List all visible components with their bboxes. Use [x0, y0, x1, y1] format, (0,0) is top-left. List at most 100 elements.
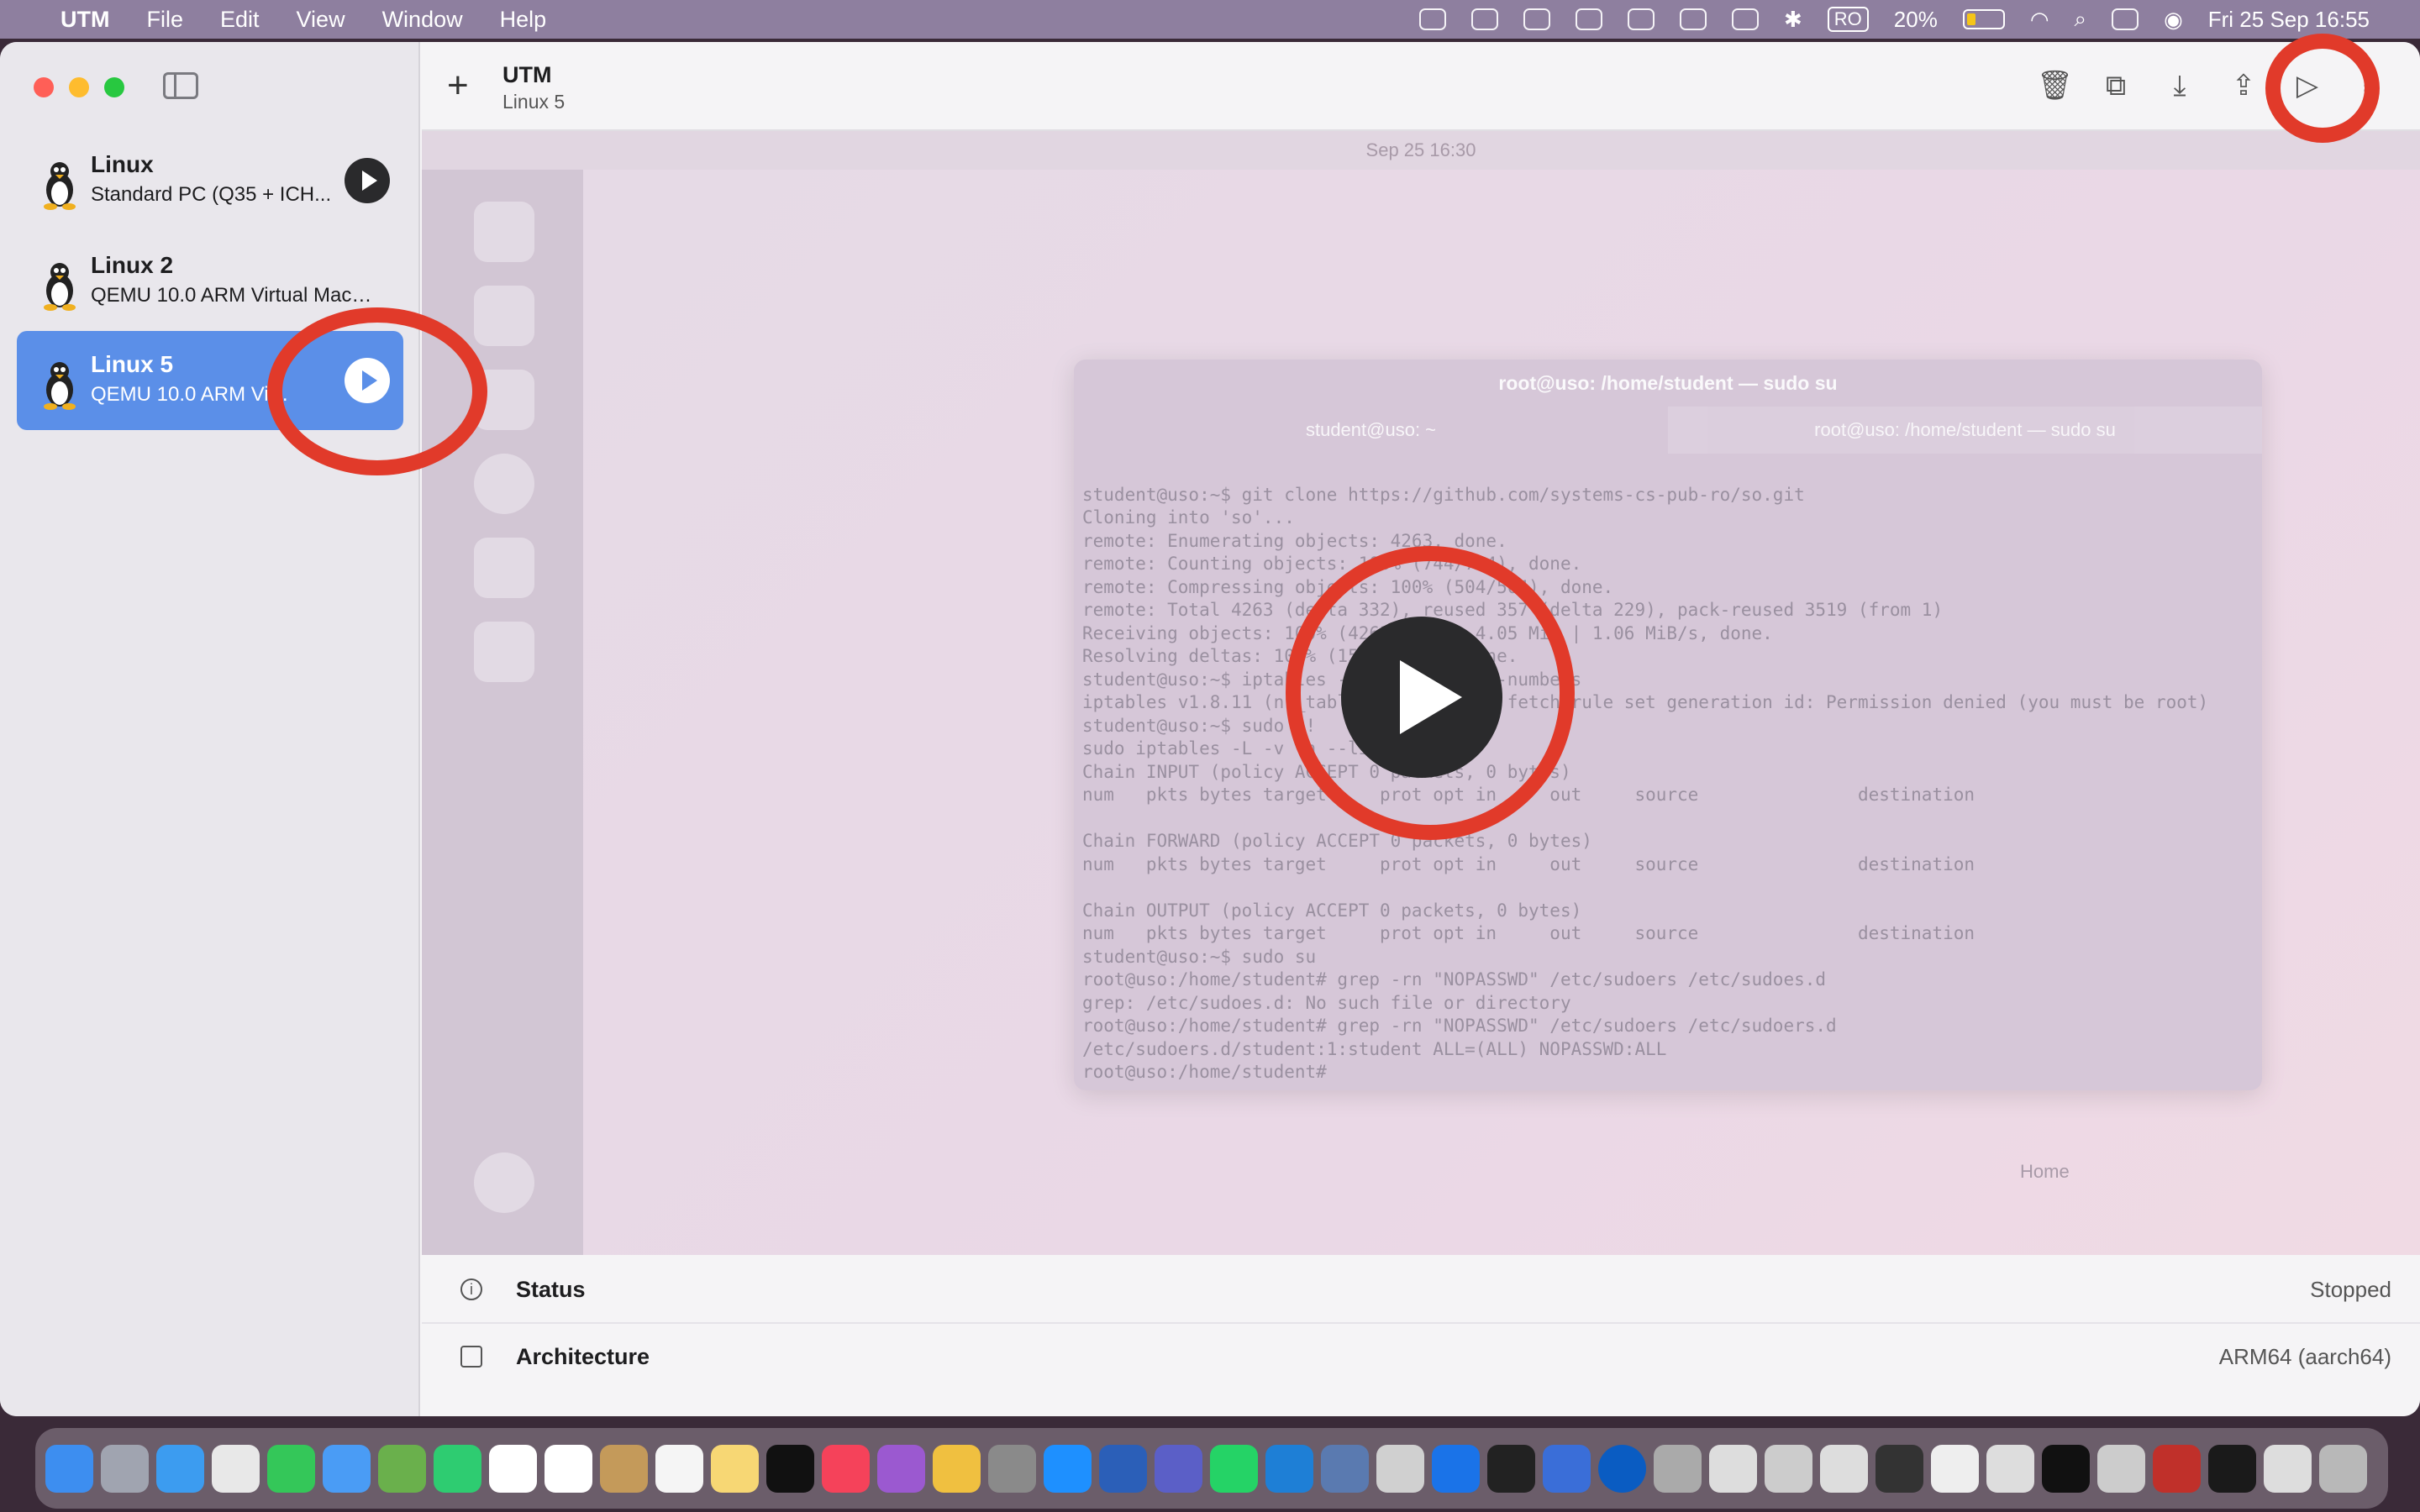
vm-desc: QEMU 10.0 ARM Virtual Machi...: [91, 284, 376, 307]
word-icon[interactable]: [1099, 1444, 1147, 1493]
recent-window-icon[interactable]: [2097, 1444, 2145, 1493]
screenshot-icon[interactable]: [1376, 1444, 1424, 1493]
macos-dock: [35, 1428, 2388, 1509]
facetime-icon[interactable]: [434, 1444, 481, 1493]
status-icon[interactable]: [1418, 8, 1446, 30]
teams-icon[interactable]: [1155, 1444, 1202, 1493]
people-icon[interactable]: [1575, 8, 1602, 30]
share-icon[interactable]: ⇪: [2228, 67, 2259, 104]
hp-icon[interactable]: [1598, 1444, 1646, 1493]
ubuntu-logo-icon: [474, 1152, 534, 1213]
status-row: i Status Stopped: [422, 1257, 2420, 1324]
volume-icon[interactable]: [1731, 8, 1759, 30]
minimize-button[interactable]: [69, 77, 89, 97]
reminders-icon[interactable]: [655, 1444, 703, 1493]
utm-icon[interactable]: [1543, 1444, 1591, 1493]
terminal-line: remote: Counting objects: 100% (744/744)…: [1082, 554, 1582, 574]
vm-item-linux[interactable]: Linux Standard PC (Q35 + ICH...: [17, 131, 403, 230]
bluetooth-icon[interactable]: ✱: [1784, 7, 1802, 33]
app-store-icon[interactable]: [1044, 1444, 1092, 1493]
recent-window-icon[interactable]: [2153, 1444, 2201, 1493]
maps-icon[interactable]: [378, 1444, 426, 1493]
files-icon: [474, 202, 534, 262]
whatsapp-icon[interactable]: [1210, 1444, 1258, 1493]
cloud-icon[interactable]: [1470, 8, 1498, 30]
terminal-line: /etc/sudoers.d/student:1:student ALL=(AL…: [1082, 1038, 1667, 1059]
search-icon[interactable]: ⌕: [2075, 6, 2087, 33]
terminal-line: grep: /etc/sudoes.d: No such file or dir…: [1082, 992, 1571, 1013]
launchpad-icon[interactable]: [101, 1444, 149, 1493]
terminal-line: student@uso:~$ git clone https://github.…: [1082, 484, 1805, 505]
safari-icon[interactable]: [156, 1444, 204, 1493]
terminal-line: root@uso:/home/student# grep -rn "NOPASS…: [1082, 969, 1827, 990]
wifi-icon[interactable]: ◠: [2030, 7, 2049, 33]
recent-window-icon[interactable]: [2264, 1444, 2312, 1493]
menu-window[interactable]: Window: [382, 7, 463, 33]
preview-icon[interactable]: [1321, 1444, 1369, 1493]
recent-window-icon[interactable]: [1820, 1444, 1868, 1493]
mail-icon[interactable]: [323, 1444, 371, 1493]
photos-icon[interactable]: [933, 1444, 981, 1493]
utm-window: Linux Standard PC (Q35 + ICH... Linux 2 …: [0, 42, 2420, 1416]
close-button[interactable]: [34, 77, 54, 97]
menu-edit[interactable]: Edit: [220, 7, 260, 33]
battery-icon[interactable]: [1962, 9, 2005, 29]
menubar-clock[interactable]: Fri 25 Sep 16:55: [2208, 7, 2370, 33]
terminal-tabs: student@uso: ~ root@uso: /home/student —…: [1074, 407, 2262, 454]
status-icon[interactable]: [1523, 8, 1550, 30]
recent-window-icon[interactable]: [1709, 1444, 1757, 1493]
download-icon[interactable]: ⤓: [2165, 67, 2195, 104]
calendar-icon[interactable]: [489, 1444, 537, 1493]
siri-icon[interactable]: ◉: [2164, 7, 2183, 33]
vm-name: Linux: [91, 151, 154, 177]
vscode-icon[interactable]: [1265, 1444, 1313, 1493]
recent-window-icon[interactable]: [1876, 1444, 1923, 1493]
freeform-icon[interactable]: [544, 1444, 592, 1493]
control-center-icon[interactable]: [2112, 8, 2139, 30]
vm-play-button[interactable]: [345, 158, 390, 203]
sidebar-toggle-icon[interactable]: [163, 72, 198, 99]
terminal-line: num pkts bytes target prot opt in out so…: [1082, 853, 1975, 874]
podcasts-icon[interactable]: [877, 1444, 925, 1493]
menu-help[interactable]: Help: [500, 7, 547, 33]
menu-view[interactable]: View: [297, 7, 345, 33]
recent-window-icon[interactable]: [2042, 1444, 2090, 1493]
terminal-line: Chain INPUT (policy ACCEPT 0 packets, 0 …: [1082, 761, 1571, 782]
clone-icon[interactable]: ⧉: [2101, 67, 2131, 104]
tv-icon[interactable]: [766, 1444, 814, 1493]
terminal-line: remote: Total 4263 (delta 332), reused 3…: [1082, 600, 1944, 620]
menu-app-name[interactable]: UTM: [60, 7, 109, 33]
trash-bin-icon[interactable]: [2319, 1444, 2367, 1493]
music-icon[interactable]: [822, 1444, 870, 1493]
system-settings-icon[interactable]: [988, 1444, 1036, 1493]
terminal-line: Receiving objects: 100% (4263/4263), 4.0…: [1082, 622, 1773, 643]
notes-icon[interactable]: [711, 1444, 759, 1493]
menu-bar: UTM File Edit View Window Help ✱ RO 20% …: [0, 0, 2420, 39]
add-vm-button[interactable]: +: [447, 67, 469, 104]
chrome-icon[interactable]: [212, 1444, 260, 1493]
annotation-circle: [267, 307, 487, 475]
status-icon[interactable]: [1627, 8, 1655, 30]
terminal-icon[interactable]: [1487, 1444, 1535, 1493]
recent-window-icon[interactable]: [1654, 1444, 1702, 1493]
outlook-icon[interactable]: [1432, 1444, 1480, 1493]
gnome-clock: Sep 25 16:30: [1365, 139, 1476, 160]
rhythmbox-icon: [474, 286, 534, 346]
trash-icon[interactable]: 🗑: [2037, 67, 2073, 104]
airdrop-icon[interactable]: [1679, 8, 1707, 30]
recent-window-icon[interactable]: [2208, 1444, 2256, 1493]
recent-window-icon[interactable]: [1931, 1444, 1979, 1493]
input-source[interactable]: RO: [1827, 7, 1869, 32]
terminal-line: root@uso:/home/student# grep -rn "NOPASS…: [1082, 1016, 1837, 1036]
contacts-icon[interactable]: [600, 1444, 648, 1493]
tux-icon: [44, 362, 76, 410]
zoom-button[interactable]: [104, 77, 124, 97]
recent-window-icon[interactable]: [1765, 1444, 1812, 1493]
finder-icon[interactable]: [45, 1444, 93, 1493]
menu-file[interactable]: File: [146, 7, 183, 33]
terminal-line: student@uso:~$ sudo su: [1082, 946, 1317, 967]
messages-icon[interactable]: [267, 1444, 315, 1493]
terminal-line: remote: Compressing objects: 100% (504/5…: [1082, 576, 1614, 597]
recent-window-icon[interactable]: [1986, 1444, 2034, 1493]
